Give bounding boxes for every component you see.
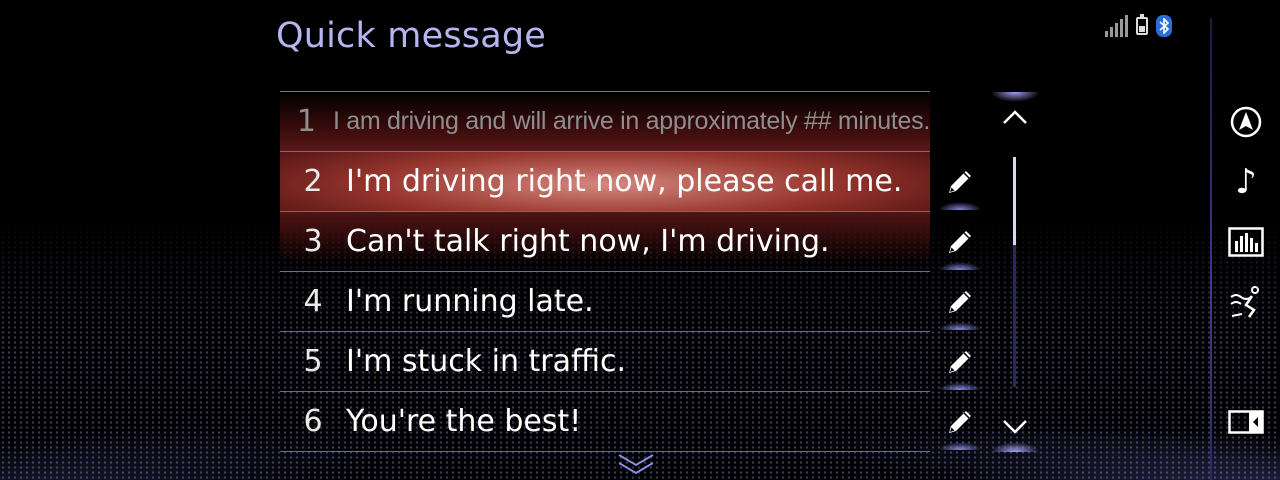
navigation-compass-icon <box>1230 106 1262 138</box>
pencil-icon <box>949 231 971 253</box>
music-note-icon: ♪ <box>1235 162 1257 202</box>
edit-button-5[interactable] <box>930 332 990 392</box>
message-text: You're the best! <box>346 404 582 439</box>
sidebar-item-audio[interactable] <box>1222 220 1270 264</box>
scrollbar[interactable] <box>1013 157 1016 387</box>
message-number: 3 <box>303 224 323 259</box>
message-text: Can't talk right now, I'm driving. <box>346 224 830 259</box>
message-number: 2 <box>303 164 323 199</box>
message-row-5[interactable]: 5 I'm stuck in traffic. <box>280 332 930 392</box>
chevron-up-icon <box>1003 110 1027 124</box>
audio-equalizer-icon <box>1228 227 1264 257</box>
edit-button-3[interactable] <box>930 212 990 272</box>
message-text: I'm running late. <box>346 284 594 319</box>
message-text: I'm driving right now, please call me. <box>346 164 903 199</box>
edit-button-2[interactable] <box>930 152 990 212</box>
message-row-2[interactable]: 2 I'm driving right now, please call me. <box>280 152 930 212</box>
chevron-down-icon <box>1003 420 1027 434</box>
sidebar-item-screen[interactable] <box>1222 400 1270 444</box>
message-row-4[interactable]: 4 I'm running late. <box>280 272 930 332</box>
sidebar-divider <box>1210 18 1212 480</box>
sidebar-item-navigation[interactable] <box>1222 100 1270 144</box>
pencil-icon <box>949 171 971 193</box>
climate-seat-icon <box>1230 286 1259 318</box>
message-number: 5 <box>303 344 323 379</box>
message-text: I am driving and will arrive in approxim… <box>332 107 930 135</box>
message-text: I'm stuck in traffic. <box>346 344 627 379</box>
screen-split-icon <box>1228 410 1264 434</box>
pencil-icon <box>949 351 971 373</box>
scroll-up-button[interactable] <box>990 92 1040 142</box>
message-row-3[interactable]: 3 Can't talk right now, I'm driving. <box>280 212 930 272</box>
pencil-icon <box>949 291 971 313</box>
sidebar-item-climate[interactable] <box>1222 280 1270 324</box>
pencil-icon <box>949 411 971 433</box>
quick-message-list: 1 I am driving and will arrive in approx… <box>280 91 930 452</box>
status-bar <box>1105 14 1172 37</box>
message-number: 4 <box>303 284 323 319</box>
bluetooth-icon <box>1156 15 1172 37</box>
scrollbar-thumb[interactable] <box>1013 157 1016 245</box>
page-title: Quick message <box>276 16 546 56</box>
double-chevron-down-icon <box>617 452 655 480</box>
message-number: 6 <box>303 404 323 439</box>
scroll-down-button[interactable] <box>990 402 1040 452</box>
message-number: 1 <box>296 104 317 139</box>
edit-buttons-column <box>930 152 990 452</box>
sidebar-item-music[interactable]: ♪ <box>1222 160 1270 204</box>
message-row-1[interactable]: 1 I am driving and will arrive in approx… <box>280 92 930 152</box>
signal-bars-icon <box>1105 15 1128 37</box>
message-row-6[interactable]: 6 You're the best! <box>280 392 930 452</box>
edit-button-4[interactable] <box>930 272 990 332</box>
battery-icon <box>1136 14 1148 35</box>
edit-button-6[interactable] <box>930 392 990 452</box>
